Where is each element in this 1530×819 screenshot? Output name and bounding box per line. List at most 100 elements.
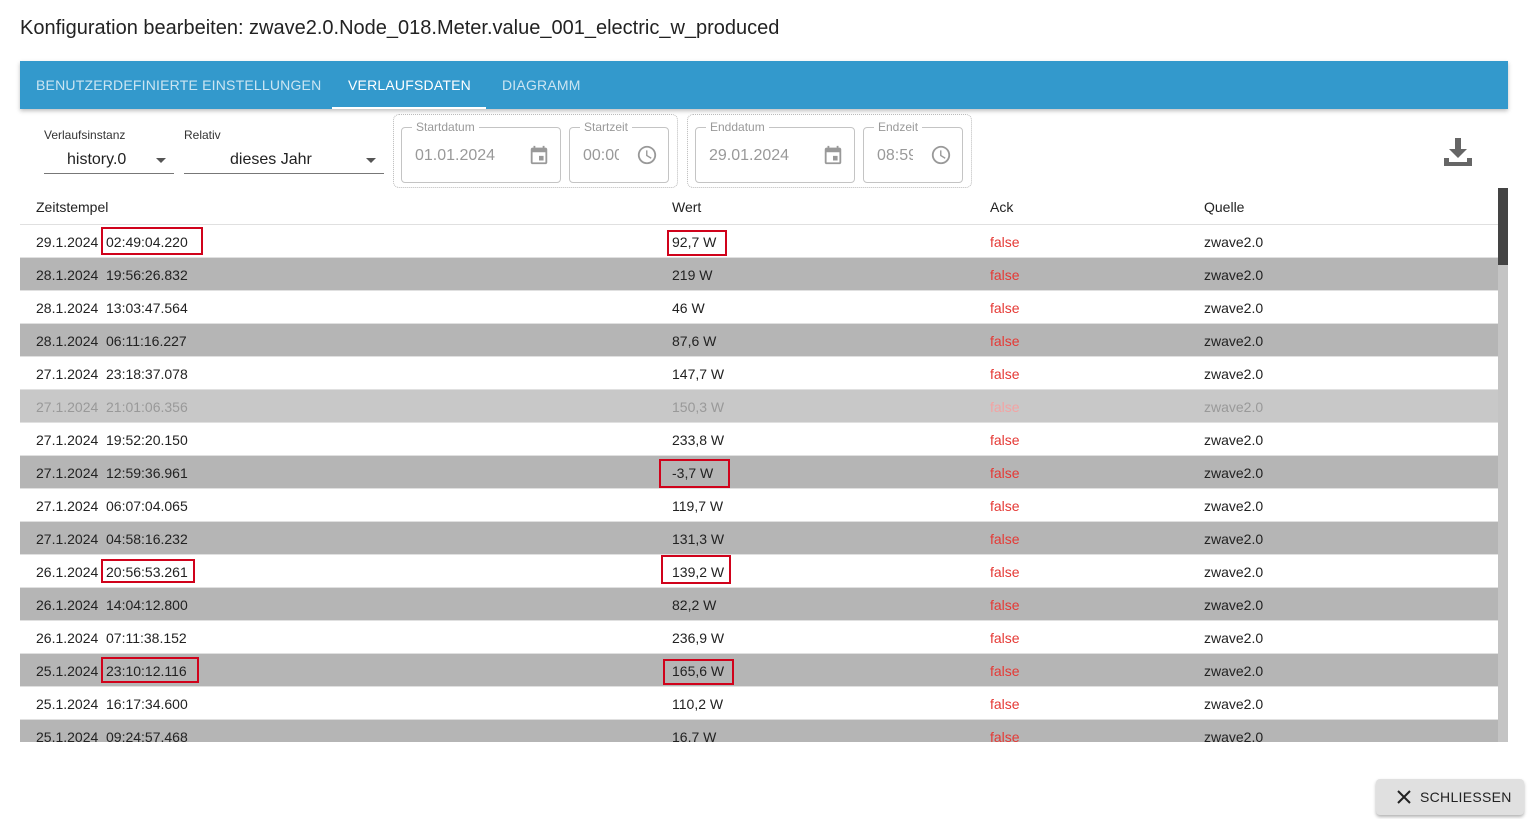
instance-select[interactable]: history.0 — [44, 146, 174, 174]
timestamp-time: 14:04:12.800 — [106, 597, 188, 613]
start-date-label: Startdatum — [412, 120, 479, 134]
table-row[interactable]: 25.1.2024 09:24:57.468 16,7 W false zwave2.0 — [20, 720, 1498, 742]
ack-cell: false — [990, 333, 1020, 349]
timestamp-time: 06:11:16.227 — [106, 333, 187, 349]
end-date-field[interactable]: Enddatum 29.01.2024 — [695, 120, 855, 183]
source-cell: zwave2.0 — [1204, 498, 1264, 514]
table-row[interactable]: 26.1.2024 14:04:12.800 82,2 W false zwave2.0 — [20, 588, 1498, 621]
relative-select[interactable]: dieses Jahr — [184, 146, 384, 174]
timestamp-date: 25.1.2024 — [36, 663, 99, 679]
table-row[interactable]: 27.1.2024 21:01:06.356 150,3 W false zwave2.… — [20, 390, 1498, 423]
source-cell: zwave2.0 — [1204, 267, 1264, 283]
source-cell: zwave2.0 — [1204, 432, 1264, 448]
source-cell: zwave2.0 — [1204, 399, 1264, 415]
timestamp-date: 29.1.2024 — [36, 234, 99, 250]
ack-cell: false — [990, 399, 1020, 415]
source-cell: zwave2.0 — [1204, 333, 1264, 349]
value-cell: 92,7 W — [672, 234, 717, 250]
dialog-title: Konfiguration bearbeiten: zwave2.0.Node_… — [20, 17, 780, 39]
value-cell: 131,3 W — [672, 531, 725, 547]
table-row[interactable]: 25.1.2024 16:17:34.600 110,2 W false zwave2.… — [20, 687, 1498, 720]
timestamp-time: 19:52:20.150 — [106, 432, 188, 448]
instance-label: Verlaufsinstanz — [44, 128, 126, 142]
ack-cell: false — [990, 564, 1020, 580]
calendar-icon[interactable] — [822, 144, 844, 166]
timestamp-date: 27.1.2024 — [36, 498, 99, 514]
dropdown-arrow-icon — [366, 158, 376, 163]
value-cell: 150,3 W — [672, 399, 725, 415]
dropdown-arrow-icon — [156, 158, 166, 163]
source-cell: zwave2.0 — [1204, 696, 1264, 712]
close-button[interactable]: SCHLIESSEN — [1376, 779, 1524, 815]
source-cell: zwave2.0 — [1204, 597, 1264, 613]
timestamp-time: 09:24:57.468 — [106, 729, 188, 742]
table-row[interactable]: 27.1.2024 23:18:37.078 147,7 W false zwave2.… — [20, 357, 1498, 390]
ack-cell: false — [990, 663, 1020, 679]
ack-cell: false — [990, 366, 1020, 382]
source-cell: zwave2.0 — [1204, 531, 1264, 547]
column-header-source[interactable]: Quelle — [1204, 199, 1244, 215]
timestamp-date: 28.1.2024 — [36, 267, 99, 283]
timestamp-time: 06:07:04.065 — [106, 498, 188, 514]
calendar-icon[interactable] — [528, 144, 550, 166]
ack-cell: false — [990, 696, 1020, 712]
timestamp-date: 26.1.2024 — [36, 630, 99, 646]
download-icon[interactable] — [1442, 136, 1474, 168]
start-date-field[interactable]: Startdatum 01.01.2024 — [401, 120, 561, 183]
end-time-label: Endzeit — [874, 120, 923, 134]
tab-history-data[interactable]: VERLAUFSDATEN — [332, 61, 486, 109]
timestamp-time: 12:59:36.961 — [106, 465, 188, 481]
column-header-value[interactable]: Wert — [672, 199, 701, 215]
source-cell: zwave2.0 — [1204, 729, 1264, 742]
ack-cell: false — [990, 630, 1020, 646]
timestamp-date: 28.1.2024 — [36, 333, 99, 349]
scrollbar-thumb[interactable] — [1498, 188, 1508, 265]
close-icon — [1397, 790, 1411, 804]
value-cell: 139,2 W — [672, 564, 725, 580]
ack-cell: false — [990, 597, 1020, 613]
table-row[interactable]: 27.1.2024 04:58:16.232 131,3 W false zwave2.… — [20, 522, 1498, 555]
end-time-value: 08:59 — [877, 147, 913, 164]
table-row[interactable]: 25.1.2024 23:10:12.116 165,6 W false zwave2.… — [20, 654, 1498, 687]
clock-icon[interactable] — [930, 144, 952, 166]
start-time-value: 00:00 — [583, 147, 619, 164]
value-cell: -3,7 W — [672, 465, 714, 481]
value-cell: 236,9 W — [672, 630, 725, 646]
instance-value: history.0 — [67, 151, 127, 168]
table-body[interactable]: 29.1.2024 02:49:04.220 92,7 W false zwave2.0… — [20, 225, 1498, 742]
source-cell: zwave2.0 — [1204, 300, 1264, 316]
timestamp-date: 26.1.2024 — [36, 597, 99, 613]
timestamp-date: 26.1.2024 — [36, 564, 99, 580]
timestamp-date: 27.1.2024 — [36, 465, 99, 481]
scrollbar-track[interactable] — [1498, 188, 1508, 742]
end-date-label: Enddatum — [706, 120, 769, 134]
table-row[interactable]: 27.1.2024 19:52:20.150 233,8 W false zwave2.… — [20, 423, 1498, 456]
ack-cell: false — [990, 300, 1020, 316]
start-time-field[interactable]: Startzeit 00:00 — [569, 120, 669, 183]
source-cell: zwave2.0 — [1204, 234, 1264, 250]
table-row[interactable]: 28.1.2024 19:56:26.832 219 W false zwave2.0 — [20, 258, 1498, 291]
tab-bar: BENUTZERDEFINIERTE EINSTELLUNGEN VERLAUF… — [20, 61, 1508, 109]
column-header-ack[interactable]: Ack — [990, 199, 1013, 215]
table-row[interactable]: 26.1.2024 07:11:38.152 236,9 W false zwave2.… — [20, 621, 1498, 654]
ack-cell: false — [990, 234, 1020, 250]
ack-cell: false — [990, 432, 1020, 448]
tab-custom-settings[interactable]: BENUTZERDEFINIERTE EINSTELLUNGEN — [20, 61, 332, 109]
column-header-timestamp[interactable]: Zeitstempel — [36, 199, 108, 215]
table-row[interactable]: 26.1.2024 20:56:53.261 139,2 W false zwave2.… — [20, 555, 1498, 588]
timestamp-time: 13:03:47.564 — [106, 300, 188, 316]
start-time-label: Startzeit — [580, 120, 633, 134]
value-cell: 87,6 W — [672, 333, 717, 349]
table-row[interactable]: 27.1.2024 12:59:36.961 -3,7 W false zwave2.0 — [20, 456, 1498, 489]
table-row[interactable]: 29.1.2024 02:49:04.220 92,7 W false zwave2.0 — [20, 225, 1498, 258]
source-cell: zwave2.0 — [1204, 465, 1264, 481]
table-row[interactable]: 27.1.2024 06:07:04.065 119,7 W false zwave2.… — [20, 489, 1498, 522]
timestamp-time: 04:58:16.232 — [106, 531, 188, 547]
end-time-field[interactable]: Endzeit 08:59 — [863, 120, 963, 183]
clock-icon[interactable] — [636, 144, 658, 166]
timestamp-time: 16:17:34.600 — [106, 696, 188, 712]
tab-diagram[interactable]: DIAGRAMM — [486, 61, 598, 109]
timestamp-date: 27.1.2024 — [36, 531, 99, 547]
table-row[interactable]: 28.1.2024 06:11:16.227 87,6 W false zwave2.0 — [20, 324, 1498, 357]
table-row[interactable]: 28.1.2024 13:03:47.564 46 W false zwave2.0 — [20, 291, 1498, 324]
